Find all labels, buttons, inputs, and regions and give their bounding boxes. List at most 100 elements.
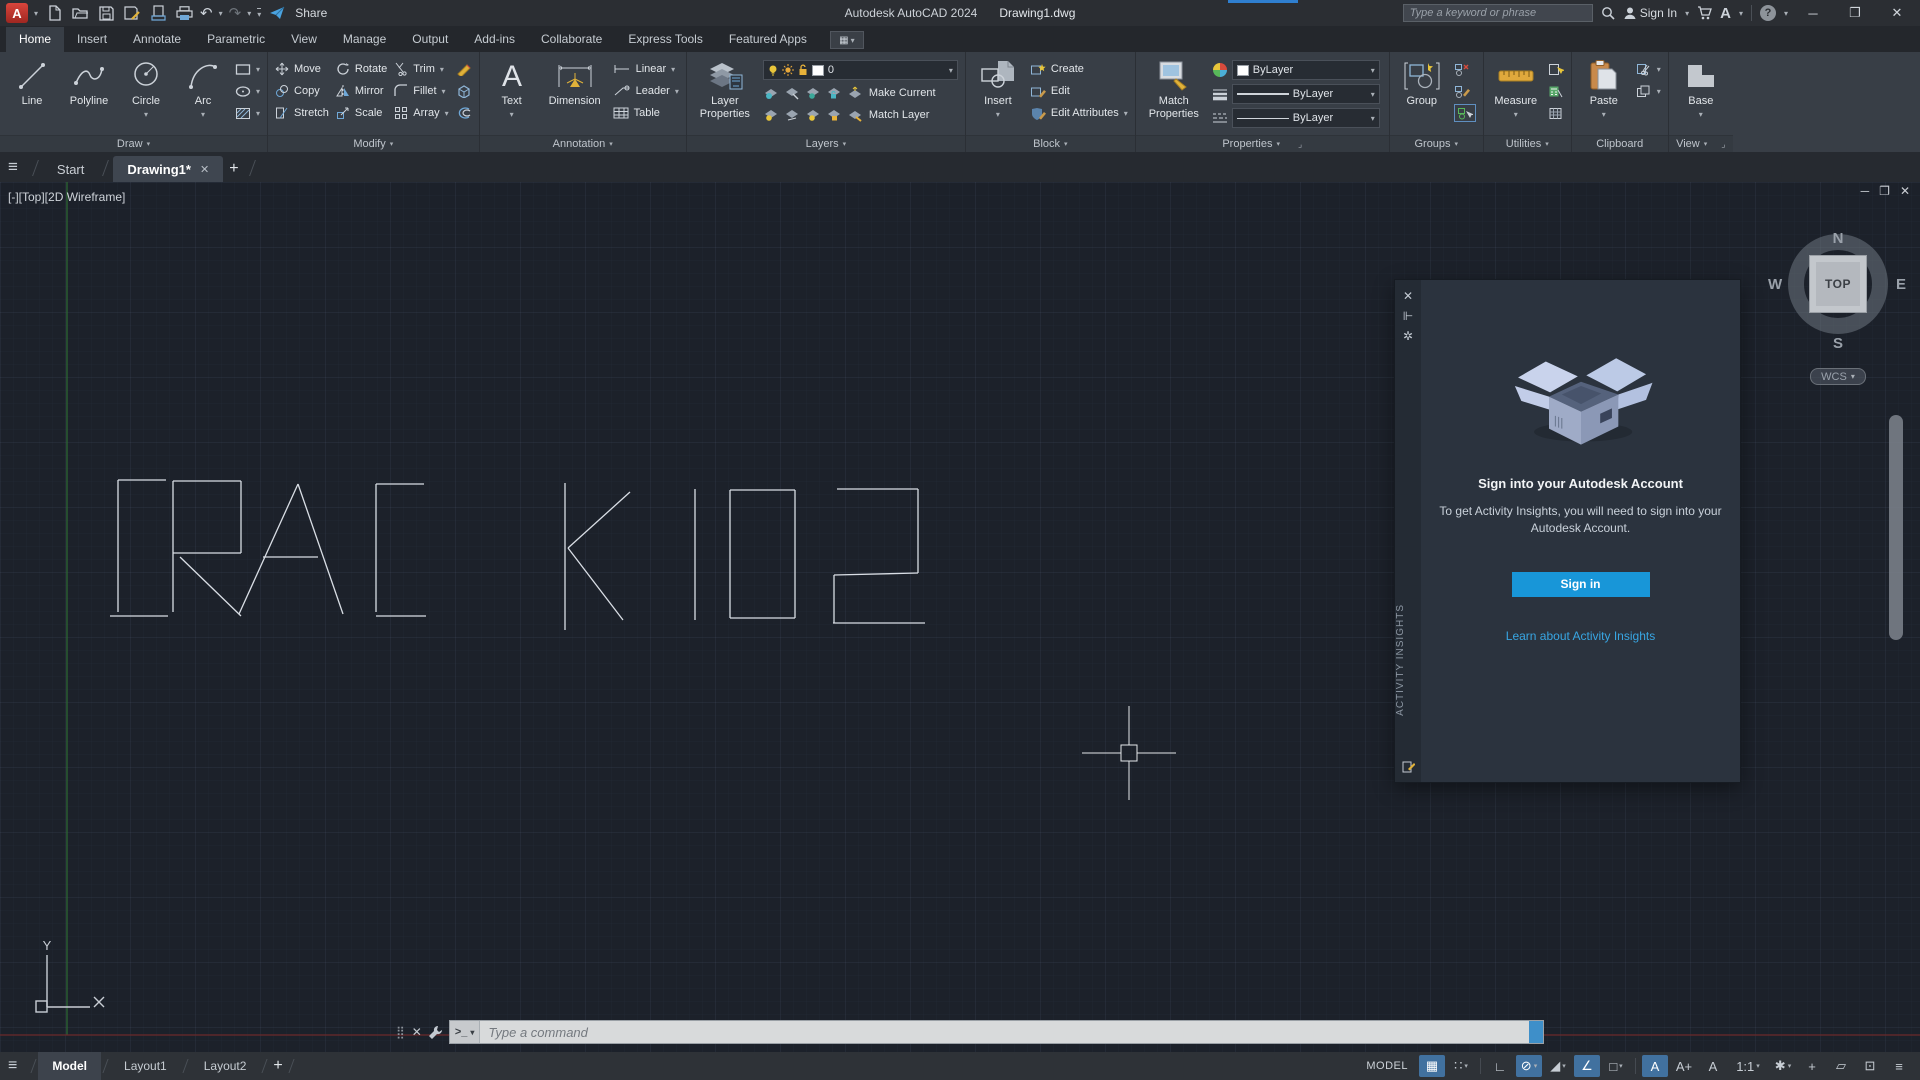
ribbon-tab-manage[interactable]: Manage [330, 27, 399, 52]
viewcube-south[interactable]: S [1833, 335, 1843, 352]
status-polar-tracking[interactable]: ⊘ ▾ [1516, 1055, 1542, 1077]
viewcube-east[interactable]: E [1896, 276, 1906, 293]
panel-label-utilities[interactable]: Utilities ▾ [1483, 135, 1571, 152]
status-annotation-monitor[interactable]: + [1799, 1055, 1825, 1077]
rectangle-tool-button[interactable]: ▾ [235, 60, 260, 78]
file-tabs-menu-icon[interactable]: ≡ [8, 157, 18, 177]
open-file-button[interactable] [70, 3, 90, 23]
status-grid-display[interactable]: ▦ [1419, 1055, 1445, 1077]
panel-label-clipboard[interactable]: Clipboard [1571, 135, 1668, 152]
cut-clip-button[interactable]: ▾ [1636, 60, 1661, 78]
viewport-controls-label[interactable]: [-][Top][2D Wireframe] [8, 190, 125, 204]
ribbon-tab-collaborate[interactable]: Collaborate [528, 27, 615, 52]
id-point-button[interactable] [1548, 104, 1564, 122]
arc-button[interactable]: Arc ▾ [178, 57, 228, 119]
linear-dimension-button[interactable]: Linear ▾ [613, 60, 679, 78]
panel-label-block[interactable]: Block ▾ [965, 135, 1135, 152]
ribbon-tab-parametric[interactable]: Parametric [194, 27, 278, 52]
insert-block-button[interactable]: Insert ▾ [973, 57, 1023, 119]
linetype-dropdown[interactable]: ByLayer ▾ [1231, 108, 1380, 128]
mirror-button[interactable]: Mirror [335, 82, 387, 100]
drawing-close-button[interactable]: ✕ [1900, 184, 1910, 198]
layout1-tab[interactable]: Layout1 [110, 1052, 181, 1080]
command-prompt-chip[interactable]: >_ ▾ [449, 1021, 481, 1043]
drawing-canvas[interactable]: Y [-][Top][2D Wireframe] ─ ❐ ✕ N S W E T… [0, 182, 1920, 1052]
text-button[interactable]: A Text ▾ [487, 57, 537, 119]
rotate-button[interactable]: Rotate [336, 60, 387, 78]
status-snap-mode[interactable]: ∷ ▾ [1448, 1055, 1474, 1077]
polyline-button[interactable]: Polyline [64, 57, 114, 108]
ungroup-button[interactable] [1454, 60, 1476, 78]
edit-block-button[interactable]: Edit [1030, 82, 1128, 100]
panel-label-properties[interactable]: Properties ▾ ⌟ [1135, 135, 1389, 152]
status-autoscale[interactable]: A+ [1671, 1055, 1697, 1077]
window-restore-button[interactable]: ❐ [1838, 2, 1872, 24]
fillet-button[interactable]: Fillet ▾ [394, 82, 448, 100]
search-input[interactable] [1402, 4, 1593, 22]
match-properties-button[interactable]: Match Properties [1143, 57, 1205, 120]
status-ortho-mode[interactable]: ∟ [1487, 1055, 1513, 1077]
wcs-dropdown[interactable]: WCS ▾ [1810, 368, 1866, 385]
ucs-icon[interactable]: Y [35, 938, 105, 1013]
new-file-button[interactable] [44, 3, 64, 23]
customize-wrench-icon[interactable] [428, 1025, 443, 1040]
status-isometric-drafting[interactable]: ◢ ▾ [1545, 1055, 1571, 1077]
quick-calculator-button[interactable] [1548, 82, 1564, 100]
customize-qat-caret-icon[interactable]: ▾ [257, 7, 262, 19]
offset-button[interactable] [456, 104, 472, 122]
command-line-close-icon[interactable]: ✕ [412, 1025, 422, 1039]
layout2-tab[interactable]: Layout2 [190, 1052, 261, 1080]
model-space-label[interactable]: MODEL [1366, 1060, 1408, 1072]
status-object-snap-tracking[interactable]: ∠ [1574, 1055, 1600, 1077]
ribbon-tab-add-ins[interactable]: Add-ins [461, 27, 528, 52]
command-input-field[interactable]: >_ ▾ [448, 1020, 1544, 1044]
window-minimize-button[interactable]: ─ [1796, 2, 1830, 24]
panel-autohide-icon[interactable]: ⊩ [1403, 306, 1413, 326]
save-button[interactable] [96, 3, 116, 23]
drawn-text-lines[interactable] [110, 479, 925, 630]
new-layout-button[interactable]: + [273, 1057, 282, 1075]
drawing-restore-button[interactable]: ❐ [1879, 184, 1890, 198]
panel-label-layers[interactable]: Layers ▾ [686, 135, 965, 152]
explode-button[interactable] [456, 82, 472, 100]
status-workspace-switching[interactable]: ✱ ▾ [1770, 1055, 1796, 1077]
measure-button[interactable]: Measure ▾ [1491, 57, 1541, 119]
panel-label-annotation[interactable]: Annotation ▾ [479, 135, 686, 152]
save-as-button[interactable] [122, 3, 142, 23]
cart-icon[interactable] [1697, 6, 1713, 20]
viewcube-top-face[interactable]: TOP [1809, 255, 1867, 313]
panel-label-groups[interactable]: Groups ▾ [1389, 135, 1483, 152]
ribbon-tab-express-tools[interactable]: Express Tools [615, 27, 715, 52]
file-tab-drawing1[interactable]: Drawing1* ✕ [113, 156, 224, 182]
match-layer-button[interactable]: Match Layer [847, 106, 929, 124]
redo-button[interactable]: ↷ [229, 4, 242, 22]
copy-clip-button[interactable]: ▾ [1636, 82, 1661, 100]
help-icon[interactable]: ? [1759, 5, 1776, 21]
command-input[interactable] [480, 1021, 1529, 1043]
share-button[interactable]: Share [295, 6, 327, 20]
drawing-minimize-button[interactable]: ─ [1861, 184, 1870, 198]
panel-bottom-icon[interactable] [1402, 756, 1415, 776]
viewcube[interactable]: N S W E TOP [1768, 230, 1906, 352]
sign-in-caret-icon[interactable]: ▾ [1685, 9, 1689, 18]
scale-button[interactable]: Scale [336, 104, 387, 122]
redo-caret-icon[interactable]: ▾ [247, 9, 251, 18]
ellipse-tool-button[interactable]: ▾ [235, 82, 260, 100]
array-button[interactable]: Array ▾ [394, 104, 449, 122]
file-tab-start[interactable]: Start [43, 156, 98, 182]
dimension-button[interactable]: Dimension [544, 57, 606, 108]
table-button[interactable]: Table [613, 104, 679, 122]
ribbon-tab-annotate[interactable]: Annotate [120, 27, 194, 52]
ribbon-tab-insert[interactable]: Insert [64, 27, 120, 52]
erase-button[interactable] [456, 60, 472, 78]
panel-label-draw[interactable]: Draw ▾ [0, 135, 268, 152]
object-color-dropdown[interactable]: ByLayer ▾ [1231, 60, 1380, 80]
status-customization[interactable]: ≡ [1886, 1055, 1912, 1077]
autodesk-apps-icon[interactable]: A [1720, 5, 1731, 22]
status-annotation-scale[interactable]: 1:1 ▾ [1729, 1055, 1767, 1077]
share-icon[interactable] [267, 3, 287, 23]
close-tab-icon[interactable]: ✕ [200, 163, 209, 176]
paste-button[interactable]: Paste ▾ [1579, 57, 1629, 119]
stretch-button[interactable]: Stretch [275, 104, 329, 122]
command-line-endcap[interactable] [1528, 1021, 1543, 1043]
